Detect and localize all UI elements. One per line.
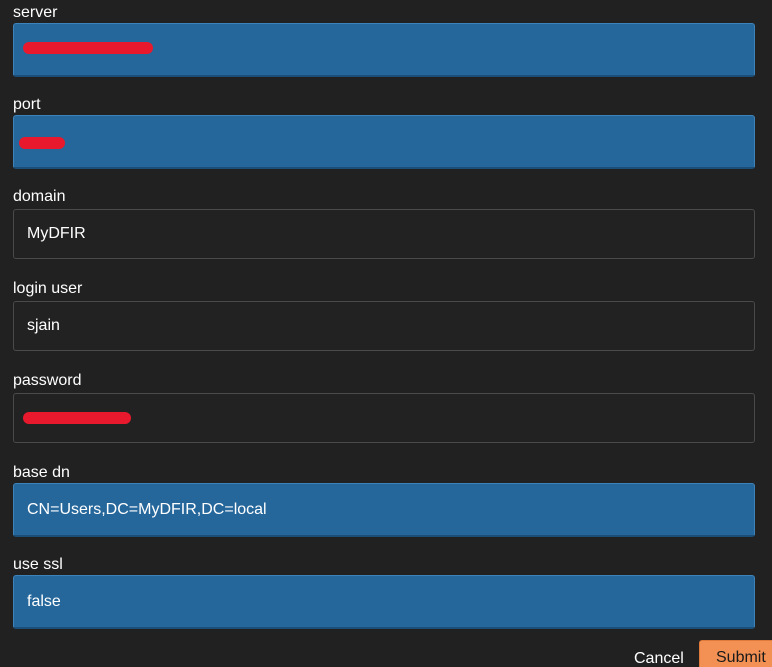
login-user-input[interactable] — [13, 301, 755, 351]
server-input[interactable] — [13, 23, 755, 77]
domain-input[interactable] — [13, 209, 755, 259]
server-label: server — [13, 4, 58, 21]
use-ssl-input[interactable] — [13, 575, 755, 629]
domain-label: domain — [13, 188, 66, 205]
password-label: password — [13, 372, 82, 389]
port-input[interactable] — [13, 115, 755, 169]
password-input[interactable] — [13, 393, 755, 443]
login-user-label: login user — [13, 280, 83, 297]
ldap-settings-form: server port domain login user password b… — [0, 0, 772, 667]
base-dn-label: base dn — [13, 464, 70, 481]
base-dn-input[interactable] — [13, 483, 755, 537]
use-ssl-label: use ssl — [13, 556, 63, 573]
cancel-button[interactable]: Cancel — [626, 646, 692, 667]
port-label: port — [13, 96, 41, 113]
submit-button[interactable]: Submit — [699, 640, 772, 667]
